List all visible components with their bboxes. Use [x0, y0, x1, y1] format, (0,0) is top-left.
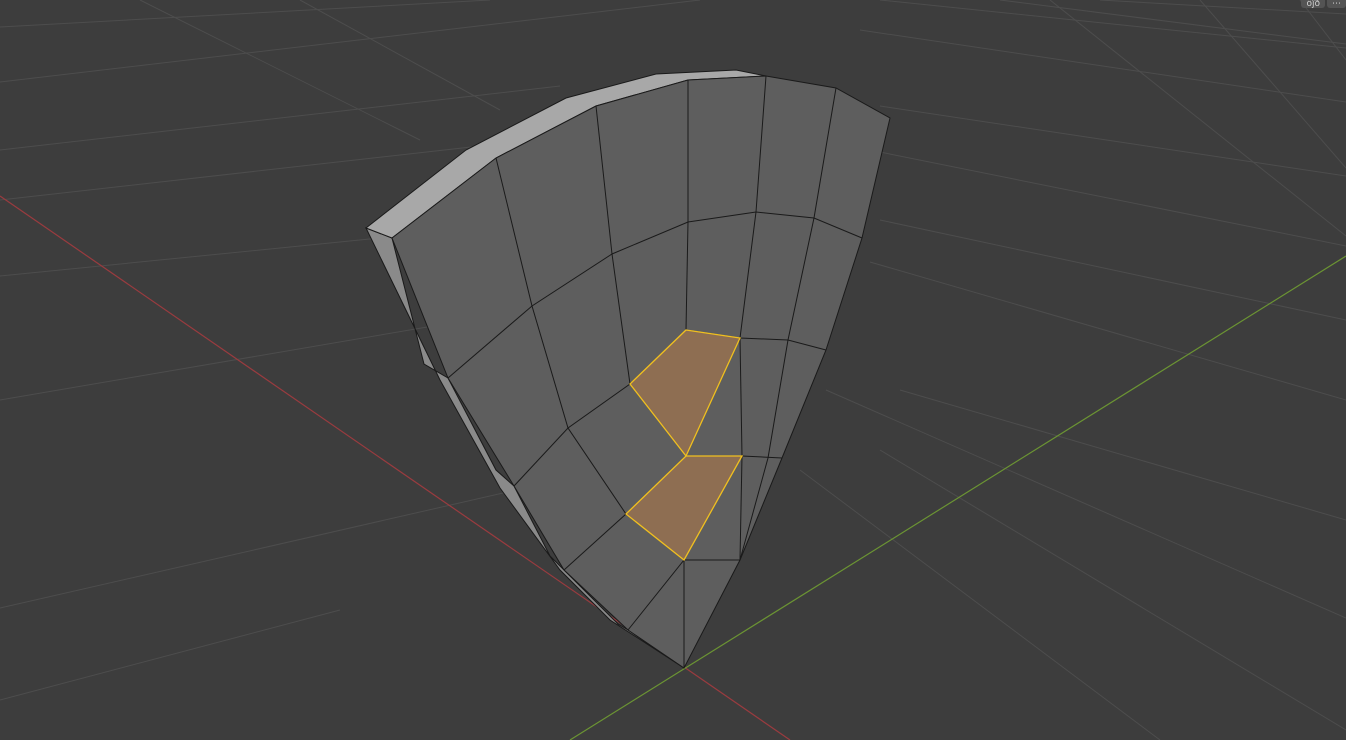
viewport-corner-widget: ôĵð ⋯ [1301, 0, 1346, 8]
more-options-button[interactable]: ⋯ [1327, 0, 1346, 8]
view-toggle-button[interactable]: ôĵð [1301, 0, 1325, 8]
3d-viewport[interactable] [0, 0, 1346, 740]
